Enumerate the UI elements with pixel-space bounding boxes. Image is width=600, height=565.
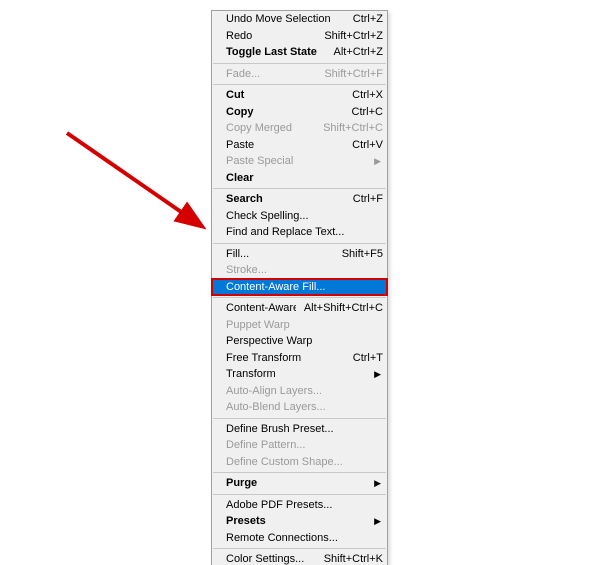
menu-item-redo[interactable]: RedoShift+Ctrl+Z <box>212 28 387 45</box>
menu-item-label: Color Settings... <box>226 553 316 565</box>
menu-item-content-aware-fill[interactable]: Content-Aware Fill... <box>212 279 387 296</box>
menu-item-define-pattern: Define Pattern... <box>212 437 387 454</box>
menu-item-free-transform[interactable]: Free TransformCtrl+T <box>212 350 387 367</box>
menu-item-label: Puppet Warp <box>226 319 383 331</box>
menu-item-stroke: Stroke... <box>212 262 387 279</box>
menu-item-shortcut: Alt+Ctrl+Z <box>325 46 383 58</box>
menu-item-content-aware-scale[interactable]: Content-Aware ScaleAlt+Shift+Ctrl+C <box>212 300 387 317</box>
menu-separator <box>213 188 386 189</box>
menu-item-label: Undo Move Selection <box>226 13 345 25</box>
menu-item-undo-move-selection[interactable]: Undo Move SelectionCtrl+Z <box>212 11 387 28</box>
menu-item-label: Purge <box>226 477 368 489</box>
menu-item-shortcut: Alt+Shift+Ctrl+C <box>296 302 383 314</box>
menu-item-label: Define Custom Shape... <box>226 456 383 468</box>
menu-item-fade: Fade...Shift+Ctrl+F <box>212 66 387 83</box>
menu-item-paste[interactable]: PasteCtrl+V <box>212 137 387 154</box>
menu-item-define-custom-shape: Define Custom Shape... <box>212 454 387 471</box>
menu-item-transform[interactable]: Transform ▶ <box>212 366 387 383</box>
menu-item-color-settings[interactable]: Color Settings...Shift+Ctrl+K <box>212 551 387 565</box>
menu-item-label: Check Spelling... <box>226 210 383 222</box>
menu-item-label: Paste Special <box>226 155 368 167</box>
menu-item-check-spelling[interactable]: Check Spelling... <box>212 208 387 225</box>
menu-item-purge[interactable]: Purge ▶ <box>212 475 387 492</box>
menu-item-shortcut: Ctrl+Z <box>345 13 383 25</box>
menu-item-label: Find and Replace Text... <box>226 226 383 238</box>
menu-item-label: Remote Connections... <box>226 532 383 544</box>
menu-item-toggle-last-state[interactable]: Toggle Last StateAlt+Ctrl+Z <box>212 44 387 61</box>
menu-item-label: Define Brush Preset... <box>226 423 383 435</box>
menu-separator <box>213 297 386 298</box>
menu-item-label: Free Transform <box>226 352 345 364</box>
menu-separator <box>213 418 386 419</box>
menu-item-label: Copy Merged <box>226 122 315 134</box>
menu-separator <box>213 548 386 549</box>
menu-item-fill[interactable]: Fill...Shift+F5 <box>212 246 387 263</box>
chevron-right-icon: ▶ <box>374 157 381 166</box>
menu-item-clear[interactable]: Clear <box>212 170 387 187</box>
menu-item-remote-connections[interactable]: Remote Connections... <box>212 530 387 547</box>
menu-item-shortcut: Ctrl+F <box>345 193 383 205</box>
menu-item-label: Define Pattern... <box>226 439 383 451</box>
menu-item-shortcut: Shift+Ctrl+K <box>316 553 383 565</box>
menu-item-copy-merged: Copy MergedShift+Ctrl+C <box>212 120 387 137</box>
menu-item-presets[interactable]: Presets ▶ <box>212 513 387 530</box>
menu-item-label: Toggle Last State <box>226 46 325 58</box>
menu-item-shortcut: Ctrl+X <box>344 89 383 101</box>
menu-separator <box>213 494 386 495</box>
menu-item-copy[interactable]: CopyCtrl+C <box>212 104 387 121</box>
menu-separator <box>213 84 386 85</box>
menu-item-auto-blend-layers: Auto-Blend Layers... <box>212 399 387 416</box>
menu-item-cut[interactable]: CutCtrl+X <box>212 87 387 104</box>
menu-item-define-brush-preset[interactable]: Define Brush Preset... <box>212 421 387 438</box>
menu-item-label: Transform <box>226 368 368 380</box>
menu-item-label: Auto-Align Layers... <box>226 385 383 397</box>
menu-item-shortcut: Shift+F5 <box>334 248 383 260</box>
menu-item-find-and-replace-text[interactable]: Find and Replace Text... <box>212 224 387 241</box>
menu-item-shortcut: Shift+Ctrl+C <box>315 122 383 134</box>
edit-context-menu: Undo Move SelectionCtrl+ZRedoShift+Ctrl+… <box>211 10 388 565</box>
menu-item-label: Search <box>226 193 345 205</box>
menu-item-shortcut: Ctrl+C <box>344 106 383 118</box>
menu-item-label: Paste <box>226 139 344 151</box>
menu-item-auto-align-layers: Auto-Align Layers... <box>212 383 387 400</box>
menu-item-shortcut: Ctrl+V <box>344 139 383 151</box>
menu-item-label: Content-Aware Scale <box>226 302 296 314</box>
menu-separator <box>213 243 386 244</box>
menu-item-adobe-pdf-presets[interactable]: Adobe PDF Presets... <box>212 497 387 514</box>
menu-item-puppet-warp: Puppet Warp <box>212 317 387 334</box>
menu-item-paste-special: Paste Special ▶ <box>212 153 387 170</box>
menu-item-label: Copy <box>226 106 344 118</box>
menu-item-label: Presets <box>226 515 368 527</box>
menu-item-shortcut: Shift+Ctrl+F <box>316 68 383 80</box>
menu-item-label: Fill... <box>226 248 334 260</box>
chevron-right-icon: ▶ <box>374 370 381 379</box>
menu-item-label: Auto-Blend Layers... <box>226 401 383 413</box>
menu-item-label: Fade... <box>226 68 316 80</box>
menu-separator <box>213 472 386 473</box>
chevron-right-icon: ▶ <box>374 517 381 526</box>
menu-separator <box>213 63 386 64</box>
menu-item-label: Redo <box>226 30 316 42</box>
menu-item-label: Content-Aware Fill... <box>226 281 383 293</box>
chevron-right-icon: ▶ <box>374 479 381 488</box>
menu-item-label: Perspective Warp <box>226 335 383 347</box>
menu-item-shortcut: Ctrl+T <box>345 352 383 364</box>
menu-item-label: Cut <box>226 89 344 101</box>
menu-item-label: Stroke... <box>226 264 383 276</box>
menu-item-label: Adobe PDF Presets... <box>226 499 383 511</box>
menu-item-search[interactable]: SearchCtrl+F <box>212 191 387 208</box>
menu-item-label: Clear <box>226 172 383 184</box>
menu-item-perspective-warp[interactable]: Perspective Warp <box>212 333 387 350</box>
menu-item-shortcut: Shift+Ctrl+Z <box>316 30 383 42</box>
